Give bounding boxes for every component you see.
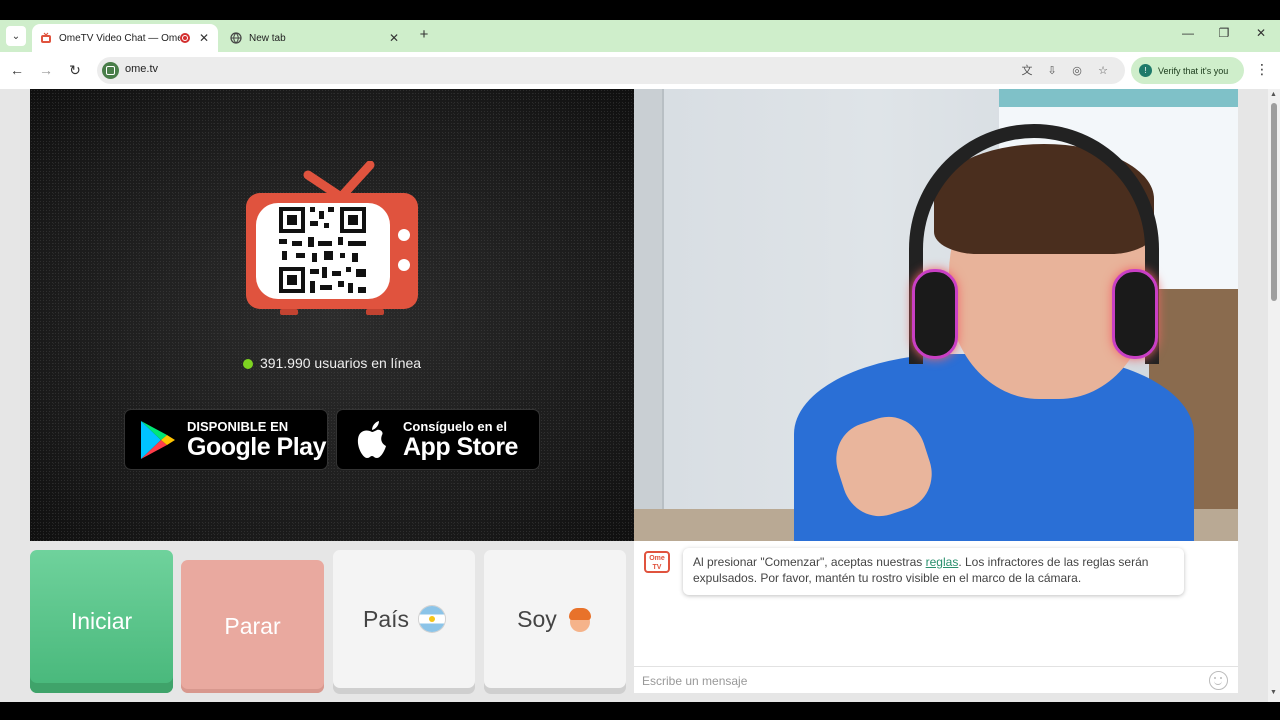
restore-button[interactable]: ❐ [1214,26,1234,40]
boy-icon [567,606,593,632]
google-play-icon [141,420,175,459]
rules-notice-message: Al presionar "Comenzar", aceptas nuestra… [683,548,1184,595]
tab-title: New tab [249,32,286,44]
app-store-small-text: Consíguelo en el [403,418,508,434]
close-window-button[interactable]: ✕ [1251,26,1271,40]
scroll-up-arrow-icon[interactable]: ▲ [1270,91,1277,98]
country-button[interactable]: País [333,550,475,688]
site-info-icon[interactable] [102,62,119,79]
tab-strip: ⌄ OmeTV Video Chat — Ome ✕ New tab ✕ + —… [0,20,1280,52]
browser-menu-icon[interactable]: ⋮ [1255,61,1269,78]
app-store-badge[interactable]: Consíguelo en el App Store [336,409,540,470]
ometv-favicon-icon [41,32,51,43]
gender-label: Soy [517,605,557,632]
forward-button[interactable]: → [37,61,55,79]
new-tab-button[interactable]: + [416,26,432,43]
camera-background-door [634,89,664,519]
translate-icon[interactable]: 文 [1019,63,1035,79]
tab-ometv[interactable]: OmeTV Video Chat — Ome ✕ [32,24,218,52]
minimize-button[interactable]: — [1178,26,1198,40]
gender-button[interactable]: Soy [484,550,626,688]
chevron-down-icon: ⌄ [11,30,21,42]
message-input[interactable] [642,672,1202,690]
shield-icon: ! [1139,64,1152,77]
apple-icon [357,420,386,458]
message-input-area [634,666,1238,693]
notice-text-before: Al presionar "Comenzar", aceptas nuestra… [693,555,926,569]
ometv-qr-tv-logo [246,161,418,315]
recording-icon [180,33,190,43]
verify-identity-chip[interactable]: ! Verify that it's you [1131,57,1244,84]
google-play-small-text: DISPONIBLE EN [187,418,289,434]
bottom-letterbox [0,702,1280,720]
rules-link[interactable]: reglas [926,555,959,569]
chat-panel: Ome TV Al presionar "Comenzar", aceptas … [634,541,1238,693]
tab-search-button[interactable]: ⌄ [6,26,26,46]
emoji-icon[interactable] [1209,671,1228,690]
ometv-chat-logo: Ome TV [644,551,670,573]
url-text: ome.tv [125,63,159,75]
browser-toolbar: ← → ↻ ome.tv 文 ⇩ ◎ ☆ ! Verify that it's … [0,52,1280,89]
stop-button[interactable]: Parar [181,560,324,693]
tracking-blocked-icon[interactable]: ◎ [1069,63,1085,79]
stranger-video-panel: 391.990 usuarios en línea DISPONIBLE EN … [30,89,634,541]
online-count-text: 391.990 usuarios en línea [259,355,422,371]
tab-new-tab[interactable]: New tab ✕ [222,24,408,52]
globe-icon [230,32,242,44]
install-app-icon[interactable]: ⇩ [1044,63,1060,79]
reload-button[interactable]: ↻ [66,61,84,79]
bookmark-star-icon[interactable]: ☆ [1095,63,1111,79]
scroll-down-arrow-icon[interactable]: ▼ [1270,689,1277,696]
google-play-big-text: Google Play [187,432,326,461]
scrollbar-thumb[interactable] [1271,103,1277,301]
back-button[interactable]: ← [8,61,26,79]
address-bar[interactable]: ome.tv 文 ⇩ ◎ ☆ [97,57,1125,84]
tab-title: OmeTV Video Chat — Ome [59,32,180,44]
self-camera-panel [634,89,1238,541]
close-tab-icon[interactable]: ✕ [198,31,210,45]
country-label: País [362,605,410,632]
top-letterbox [0,0,1280,20]
google-play-badge[interactable]: DISPONIBLE EN Google Play [124,409,328,470]
ometv-page: 391.990 usuarios en línea DISPONIBLE EN … [0,89,1280,702]
online-status-dot [242,359,253,369]
online-users-count: 391.990 usuarios en línea [30,355,634,371]
verify-label: Verify that it's you [1158,65,1229,76]
start-button[interactable]: Iniciar [30,550,173,693]
argentina-flag-icon [419,606,446,632]
close-tab-icon[interactable]: ✕ [388,31,400,45]
app-store-big-text: App Store [403,432,518,461]
page-scrollbar[interactable]: ▲ ▼ [1268,89,1280,702]
